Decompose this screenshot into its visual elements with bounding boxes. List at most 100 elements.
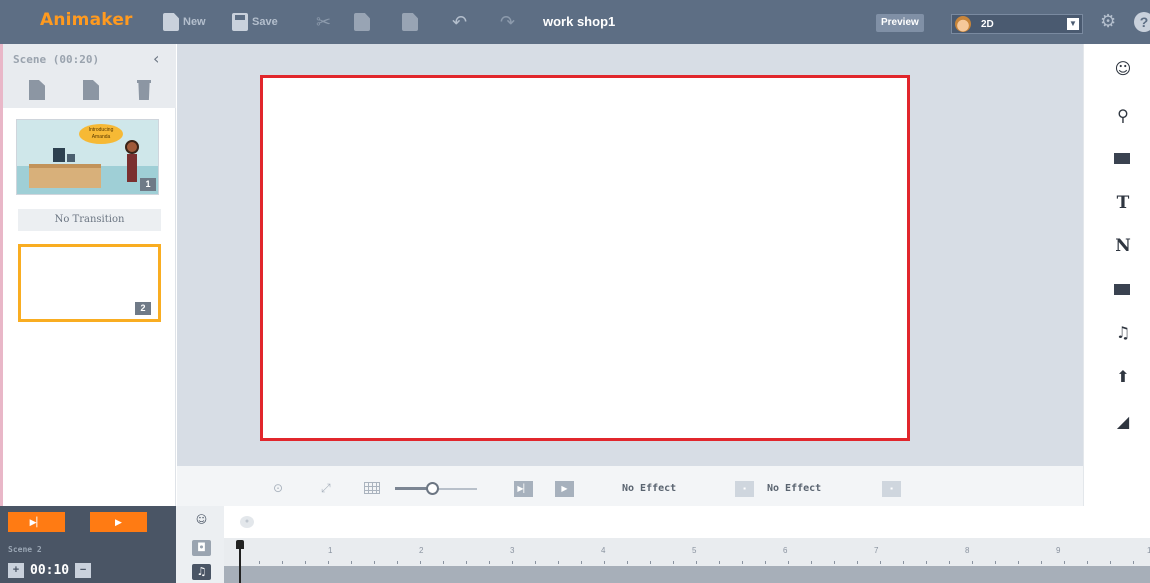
character-layer-icon[interactable]: ☺ xyxy=(192,512,211,528)
mode-select[interactable]: 2D ▼ xyxy=(951,14,1083,34)
ruler-label: 9 xyxy=(1056,546,1061,555)
scene-duration: 00:10 xyxy=(30,562,70,578)
ruler-tick xyxy=(420,561,421,564)
timeline-controls: ▶▏ ▶ Scene 2 + 00:10 − xyxy=(0,506,176,583)
ruler-label: 4 xyxy=(601,546,606,555)
zoom-slider-handle[interactable] xyxy=(426,482,439,495)
character-icon[interactable]: ☺ xyxy=(1114,60,1132,78)
monitor-illustration xyxy=(53,148,65,162)
ruler-tick xyxy=(926,561,927,564)
expand-icon[interactable]: ⤢ xyxy=(321,481,331,495)
duration-control: + 00:10 − xyxy=(8,562,92,578)
duplicate-scene-icon[interactable] xyxy=(83,80,99,100)
copy-button[interactable] xyxy=(354,12,370,32)
ruler-tick xyxy=(1133,561,1134,564)
ruler-label: 8 xyxy=(965,546,970,555)
play-scene-button[interactable]: ▶▏ xyxy=(8,512,65,532)
ruler-tick xyxy=(696,561,697,564)
save-icon xyxy=(232,13,248,31)
character-body xyxy=(127,154,137,182)
ruler-label: 3 xyxy=(510,546,515,555)
ruler-tick xyxy=(834,561,835,564)
ruler-tick xyxy=(788,561,789,564)
save-button[interactable]: Save xyxy=(232,12,278,32)
top-toolbar: Animaker New Save ✂ ↶ ↷ work shop1 Previ… xyxy=(0,0,1150,44)
ruler-tick xyxy=(949,561,950,564)
enter-effect-label[interactable]: No Effect xyxy=(622,483,676,494)
ruler-tick xyxy=(627,561,628,564)
ruler-tick xyxy=(604,561,605,564)
ruler-tick xyxy=(995,561,996,564)
increase-duration-button[interactable]: + xyxy=(8,562,24,578)
new-button[interactable]: New xyxy=(163,12,206,32)
scene-thumbnail-1[interactable]: Introducing Amanda 1 xyxy=(16,119,159,195)
timeline-layer-icons: ☺ ◘ ♫ xyxy=(176,506,224,583)
scene-panel: Scene (00:20) ‹ Introducing Amanda 1 No … xyxy=(0,44,176,506)
ruler-label: 6 xyxy=(783,546,788,555)
project-title[interactable]: work shop1 xyxy=(543,14,615,29)
text-icon[interactable]: T xyxy=(1114,194,1132,212)
color-icon[interactable]: ◢ xyxy=(1114,413,1132,431)
play-icon[interactable]: ▶ xyxy=(555,481,574,497)
ruler-tick xyxy=(282,561,283,564)
scene-number-badge: 1 xyxy=(140,178,156,191)
scene-thumbnail-2[interactable]: 2 xyxy=(18,244,161,322)
ruler-tick xyxy=(328,561,329,564)
add-scene-icon[interactable] xyxy=(29,80,45,100)
camera-icon[interactable]: ◘ xyxy=(192,540,211,556)
ruler-tick xyxy=(535,561,536,564)
chevron-left-icon[interactable]: ‹ xyxy=(153,49,159,68)
effect-settings-icon[interactable]: ▪ xyxy=(882,481,901,497)
stage-canvas[interactable] xyxy=(260,75,910,441)
ruler-label: 2 xyxy=(419,546,424,555)
transition-button[interactable]: No Transition xyxy=(18,209,161,231)
ruler-tick xyxy=(305,561,306,564)
copy-icon xyxy=(354,13,370,31)
paste-button[interactable] xyxy=(402,12,418,32)
music-layer-icon[interactable]: ♫ xyxy=(192,564,211,580)
undo-button[interactable]: ↶ xyxy=(452,11,468,33)
ruler-tick xyxy=(1110,561,1111,564)
undo-icon: ↶ xyxy=(452,11,468,33)
play-from-start-icon[interactable]: ▶▏ xyxy=(514,481,533,497)
gear-icon[interactable]: ⚙ xyxy=(1100,12,1116,32)
mode-value: 2D xyxy=(981,18,994,30)
effect-toggle-icon[interactable]: ▪ xyxy=(735,481,754,497)
ruler-tick xyxy=(857,561,858,564)
preview-button[interactable]: Preview xyxy=(876,14,924,32)
fit-screen-icon[interactable]: ⊙ xyxy=(273,481,283,495)
chair-illustration xyxy=(67,154,75,162)
ruler-label: 7 xyxy=(874,546,879,555)
visibility-icon[interactable]: ● xyxy=(240,516,254,528)
background-image-icon[interactable] xyxy=(1114,153,1130,164)
exit-effect-label[interactable]: No Effect xyxy=(767,483,821,494)
props-icon[interactable]: ⚲ xyxy=(1114,107,1132,125)
ruler-tick xyxy=(972,561,973,564)
ruler-tick xyxy=(397,561,398,564)
timeline-strip[interactable] xyxy=(224,566,1150,583)
trash-icon[interactable] xyxy=(137,80,151,100)
grid-icon[interactable] xyxy=(364,482,380,494)
ruler-tick xyxy=(512,561,513,564)
timeline-ruler[interactable]: 1234567891 xyxy=(224,538,1150,566)
scene-number-badge: 2 xyxy=(135,302,151,315)
app-logo: Animaker xyxy=(40,10,133,30)
effects-icon[interactable] xyxy=(1114,284,1130,295)
timeline-track[interactable]: ● 1234567891 xyxy=(224,506,1150,583)
number-icon[interactable]: N xyxy=(1114,237,1132,255)
cut-button[interactable]: ✂ xyxy=(316,12,331,33)
scene-panel-header: Scene (00:20) ‹ xyxy=(3,44,176,108)
decrease-duration-button[interactable]: − xyxy=(75,562,92,578)
play-all-button[interactable]: ▶ xyxy=(90,512,147,532)
redo-button[interactable]: ↷ xyxy=(500,12,515,33)
music-icon[interactable]: ♫ xyxy=(1114,324,1132,342)
help-icon[interactable]: ? xyxy=(1134,12,1150,32)
character-avatar-icon xyxy=(955,16,971,32)
ruler-tick xyxy=(650,561,651,564)
speech-bubble: Introducing Amanda xyxy=(79,124,123,144)
ruler-tick xyxy=(1018,561,1019,564)
scene-tools xyxy=(3,80,176,102)
upload-icon[interactable]: ⬆ xyxy=(1114,368,1132,386)
ruler-tick xyxy=(742,561,743,564)
stage-toolbar: ⊙ ⤢ ▶▏ ▶ No Effect ▪ No Effect ▪ xyxy=(177,466,1083,506)
